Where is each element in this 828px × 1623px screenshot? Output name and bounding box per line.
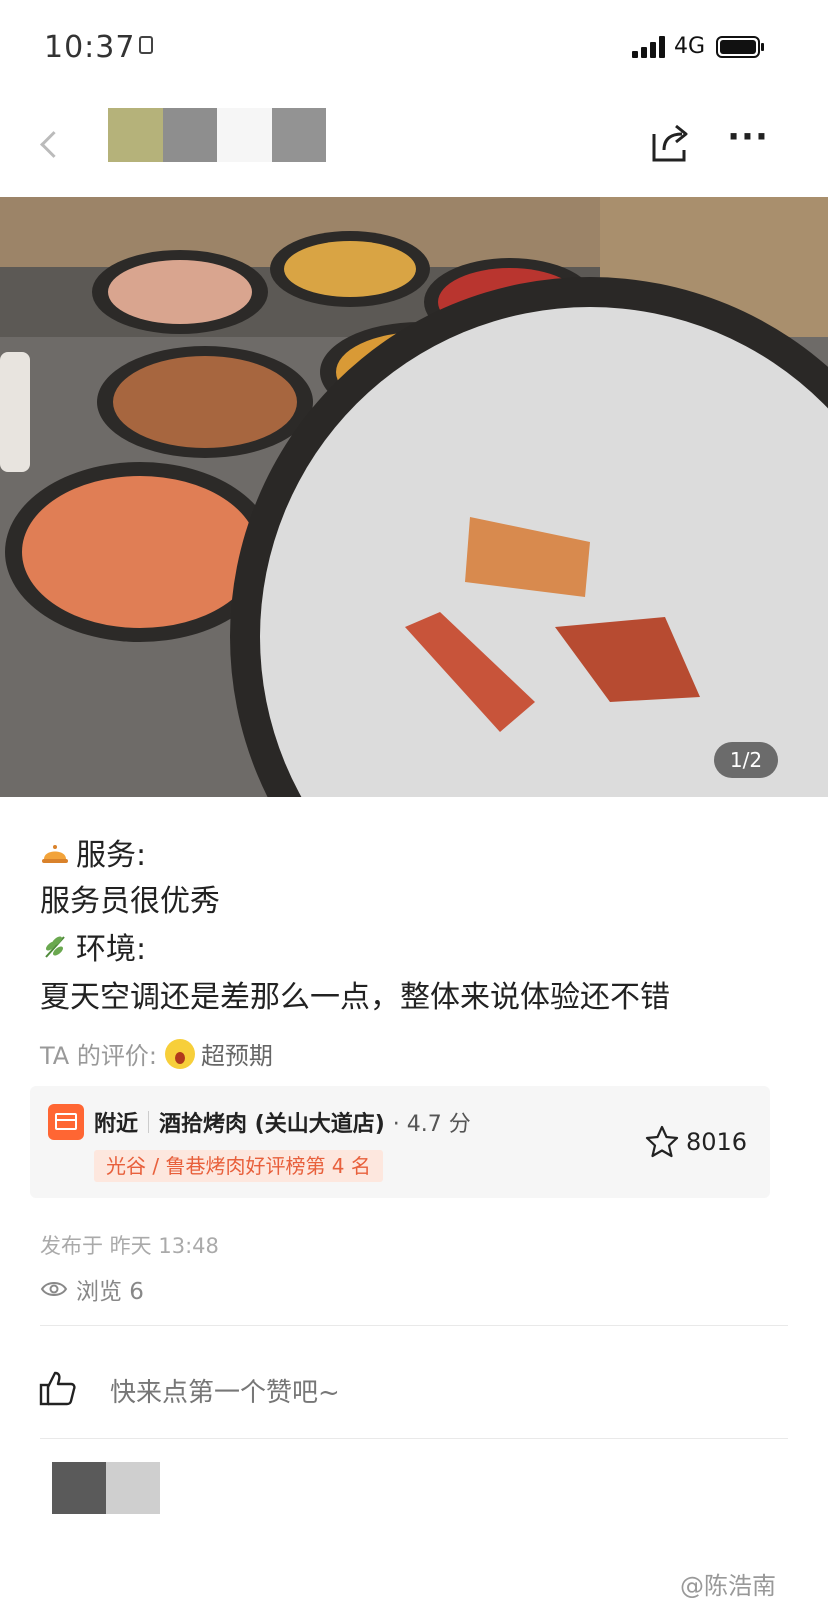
eye-icon (40, 1282, 68, 1296)
environment-text: 夏天空调还是差那么一点，整体来说体验还不错 (40, 980, 670, 1015)
back-button[interactable] (30, 125, 70, 165)
signal-icon (632, 36, 668, 58)
divider (148, 1111, 150, 1133)
environment-label: 环境: (76, 932, 147, 967)
divider (40, 1438, 788, 1439)
review-photo[interactable] (0, 197, 828, 797)
more-button[interactable]: ··· (726, 120, 770, 162)
ranking-badge[interactable]: 光谷 / 鲁巷烤肉好评榜第 4 名 (94, 1150, 383, 1182)
like-button[interactable] (38, 1368, 78, 1408)
battery-icon (716, 36, 764, 58)
service-heading: 服务: (40, 830, 146, 874)
environment-heading: 环境: (40, 924, 146, 968)
nearby-label: 附近 (94, 1112, 139, 1137)
network-type: 4G (674, 34, 706, 59)
status-time: 10:37 (44, 30, 136, 65)
views-row: 浏览 6 (40, 1272, 144, 1306)
service-bell-icon (40, 837, 70, 867)
view-count: 浏览 6 (76, 1279, 144, 1305)
orientation-lock-icon (139, 36, 153, 54)
nearby-store-icon (48, 1104, 84, 1140)
shop-score: · 4.7 分 (392, 1112, 471, 1137)
like-prompt[interactable]: 快来点第一个赞吧~ (110, 1372, 340, 1409)
publish-time: 发布于 昨天 13:48 (40, 1234, 219, 1258)
rating-prefix: TA 的评价: (40, 1042, 157, 1070)
shop-name[interactable]: 酒拾烤肉 (关山大道店) (159, 1106, 385, 1138)
shop-info-line: 附近 酒拾烤肉 (关山大道店) · 4.7 分 (94, 1106, 471, 1138)
service-text: 服务员很优秀 (40, 884, 220, 919)
commenter-avatar[interactable] (52, 1462, 160, 1514)
herb-icon (40, 931, 70, 961)
service-label: 服务: (76, 838, 147, 873)
surprised-face-icon (164, 1038, 195, 1069)
favorite-button[interactable] (644, 1124, 680, 1160)
photo-page-indicator: 1/2 (714, 742, 778, 778)
share-button[interactable] (648, 120, 694, 166)
food-photo-image (0, 197, 828, 797)
author-avatar[interactable] (108, 108, 326, 162)
divider (40, 1325, 788, 1326)
star-icon (645, 1125, 679, 1158)
thumbs-up-icon (39, 1371, 76, 1406)
shop-card[interactable]: 附近 酒拾烤肉 (关山大道店) · 4.7 分 光谷 / 鲁巷烤肉好评榜第 4 … (30, 1086, 770, 1198)
rating-row: TA 的评价: 超预期 (40, 1036, 273, 1071)
rating-value: 超预期 (200, 1042, 273, 1070)
watermark: @陈浩南 (680, 1572, 776, 1600)
favorite-count: 8016 (686, 1128, 748, 1156)
share-icon (652, 124, 688, 162)
